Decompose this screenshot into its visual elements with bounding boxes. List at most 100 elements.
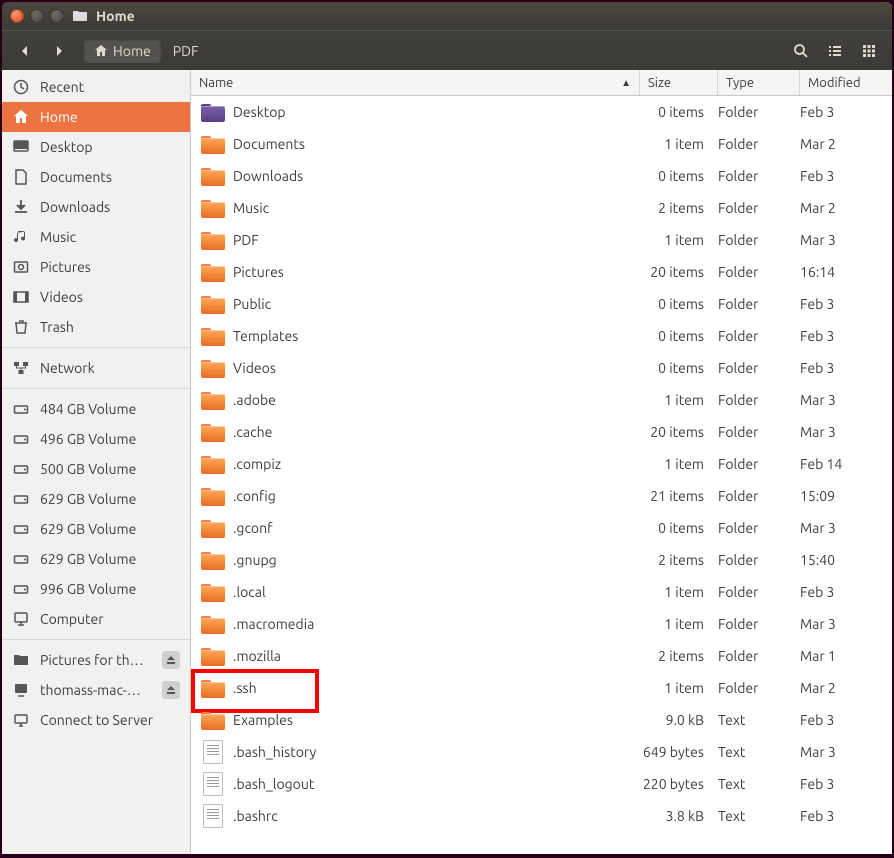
file-name: Videos: [229, 360, 634, 376]
search-button[interactable]: [786, 37, 816, 65]
file-row[interactable]: .local1 itemFolderFeb 3: [191, 576, 892, 608]
folder-icon: [72, 8, 88, 24]
drive-icon: [12, 430, 30, 448]
column-name[interactable]: Name ▲: [191, 70, 640, 95]
file-list[interactable]: Desktop0 itemsFolderFeb 3Documents1 item…: [191, 96, 892, 854]
file-row[interactable]: .ssh1 itemFolderMar 2: [191, 672, 892, 704]
back-button[interactable]: [10, 37, 40, 65]
forward-button[interactable]: [44, 37, 74, 65]
file-row[interactable]: .mozilla2 itemsFolderMar 1: [191, 640, 892, 672]
eject-button[interactable]: [162, 681, 180, 699]
file-size: 1 item: [634, 136, 712, 152]
sidebar-item-documents[interactable]: Documents: [2, 162, 190, 192]
file-name: .gnupg: [229, 552, 634, 568]
eject-button[interactable]: [162, 651, 180, 669]
file-row[interactable]: Desktop0 itemsFolderFeb 3: [191, 96, 892, 128]
folder-icon: [201, 134, 225, 154]
file-row[interactable]: .bash_logout220 bytesTextFeb 3: [191, 768, 892, 800]
sidebar-item-629-gb-volume[interactable]: 629 GB Volume: [2, 514, 190, 544]
home-icon: [12, 108, 30, 126]
sidebar-item-496-gb-volume[interactable]: 496 GB Volume: [2, 424, 190, 454]
file-row[interactable]: .gnupg2 itemsFolder15:40: [191, 544, 892, 576]
file-modified: 15:40: [794, 552, 886, 568]
close-button[interactable]: [10, 9, 24, 23]
sidebar-item-music[interactable]: Music: [2, 222, 190, 252]
computer-remote-icon: [12, 681, 30, 699]
file-row[interactable]: Downloads0 itemsFolderFeb 3: [191, 160, 892, 192]
sidebar-item-label: Videos: [40, 289, 180, 305]
file-row[interactable]: Music2 itemsFolderMar 2: [191, 192, 892, 224]
home-icon: [94, 44, 108, 58]
sidebar-item-label: Network: [40, 360, 180, 376]
column-size[interactable]: Size: [640, 70, 718, 95]
file-row[interactable]: .macromedia1 itemFolderMar 3: [191, 608, 892, 640]
file-row[interactable]: PDF1 itemFolderMar 3: [191, 224, 892, 256]
column-type[interactable]: Type: [718, 70, 800, 95]
sidebar-item-thomass-mac-[interactable]: thomass-mac-…: [2, 675, 190, 705]
folder-icon: [201, 422, 225, 442]
sidebar-item-connect-to-server[interactable]: Connect to Server: [2, 705, 190, 735]
sidebar-item-computer[interactable]: Computer: [2, 604, 190, 634]
file-size: 0 items: [634, 296, 712, 312]
file-modified: Feb 3: [794, 328, 886, 344]
grid-view-button[interactable]: [854, 37, 884, 65]
sidebar-item-downloads[interactable]: Downloads: [2, 192, 190, 222]
file-size: 1 item: [634, 616, 712, 632]
trash-icon: [12, 318, 30, 336]
sidebar-item-pictures[interactable]: Pictures: [2, 252, 190, 282]
file-row[interactable]: Public0 itemsFolderFeb 3: [191, 288, 892, 320]
drive-icon: [12, 550, 30, 568]
sidebar-item-label: Documents: [40, 169, 180, 185]
sidebar-item-484-gb-volume[interactable]: 484 GB Volume: [2, 394, 190, 424]
list-view-button[interactable]: [820, 37, 850, 65]
file-name: .compiz: [229, 456, 634, 472]
sidebar-item-label: Desktop: [40, 139, 180, 155]
file-row[interactable]: .gconf0 itemsFolderMar 3: [191, 512, 892, 544]
sidebar-item-videos[interactable]: Videos: [2, 282, 190, 312]
file-modified: Mar 3: [794, 616, 886, 632]
sidebar-item-pictures-for-th-[interactable]: Pictures for th…: [2, 645, 190, 675]
sidebar-item-trash[interactable]: Trash: [2, 312, 190, 342]
file-row[interactable]: .compiz1 itemFolderFeb 14: [191, 448, 892, 480]
file-modified: Mar 1: [794, 648, 886, 664]
sidebar-item-desktop[interactable]: Desktop: [2, 132, 190, 162]
file-row[interactable]: Documents1 itemFolderMar 2: [191, 128, 892, 160]
column-modified[interactable]: Modified: [800, 70, 892, 95]
sidebar-item-label: 629 GB Volume: [40, 491, 180, 507]
sidebar-item-network[interactable]: Network: [2, 353, 190, 383]
sidebar-item-500-gb-volume[interactable]: 500 GB Volume: [2, 454, 190, 484]
file-row[interactable]: .adobe1 itemFolderMar 3: [191, 384, 892, 416]
file-row[interactable]: Videos0 itemsFolderFeb 3: [191, 352, 892, 384]
sidebar-item-996-gb-volume[interactable]: 996 GB Volume: [2, 574, 190, 604]
file-type: Folder: [712, 616, 794, 632]
file-row[interactable]: Templates0 itemsFolderFeb 3: [191, 320, 892, 352]
sidebar-item-label: Trash: [40, 319, 180, 335]
clock-icon: [12, 78, 30, 96]
sidebar-item-recent[interactable]: Recent: [2, 72, 190, 102]
window-title: Home: [96, 8, 135, 24]
videos-icon: [12, 288, 30, 306]
path-segment[interactable]: PDF: [163, 39, 209, 63]
file-row[interactable]: .bashrc3.8 kBTextFeb 3: [191, 800, 892, 832]
file-size: 3.8 kB: [634, 808, 712, 824]
file-type: Folder: [712, 520, 794, 536]
grid-icon: [861, 43, 877, 59]
sidebar-item-629-gb-volume[interactable]: 629 GB Volume: [2, 544, 190, 574]
maximize-button[interactable]: [50, 9, 64, 23]
file-row[interactable]: .bash_history649 bytesTextMar 3: [191, 736, 892, 768]
file-row[interactable]: .cache20 itemsFolderMar 3: [191, 416, 892, 448]
file-size: 0 items: [634, 168, 712, 184]
sidebar-item-home[interactable]: Home: [2, 102, 190, 132]
sidebar-item-629-gb-volume[interactable]: 629 GB Volume: [2, 484, 190, 514]
path-home[interactable]: Home: [84, 39, 161, 63]
file-modified: Mar 3: [794, 520, 886, 536]
file-row[interactable]: .config21 itemsFolder15:09: [191, 480, 892, 512]
file-row[interactable]: Pictures20 itemsFolder16:14: [191, 256, 892, 288]
text-file-icon: [203, 772, 223, 796]
file-size: 9.0 kB: [634, 712, 712, 728]
minimize-button[interactable]: [30, 9, 44, 23]
file-type: Folder: [712, 296, 794, 312]
file-modified: Mar 3: [794, 232, 886, 248]
file-row[interactable]: Examples9.0 kBTextFeb 3: [191, 704, 892, 736]
sidebar-item-label: 629 GB Volume: [40, 551, 180, 567]
